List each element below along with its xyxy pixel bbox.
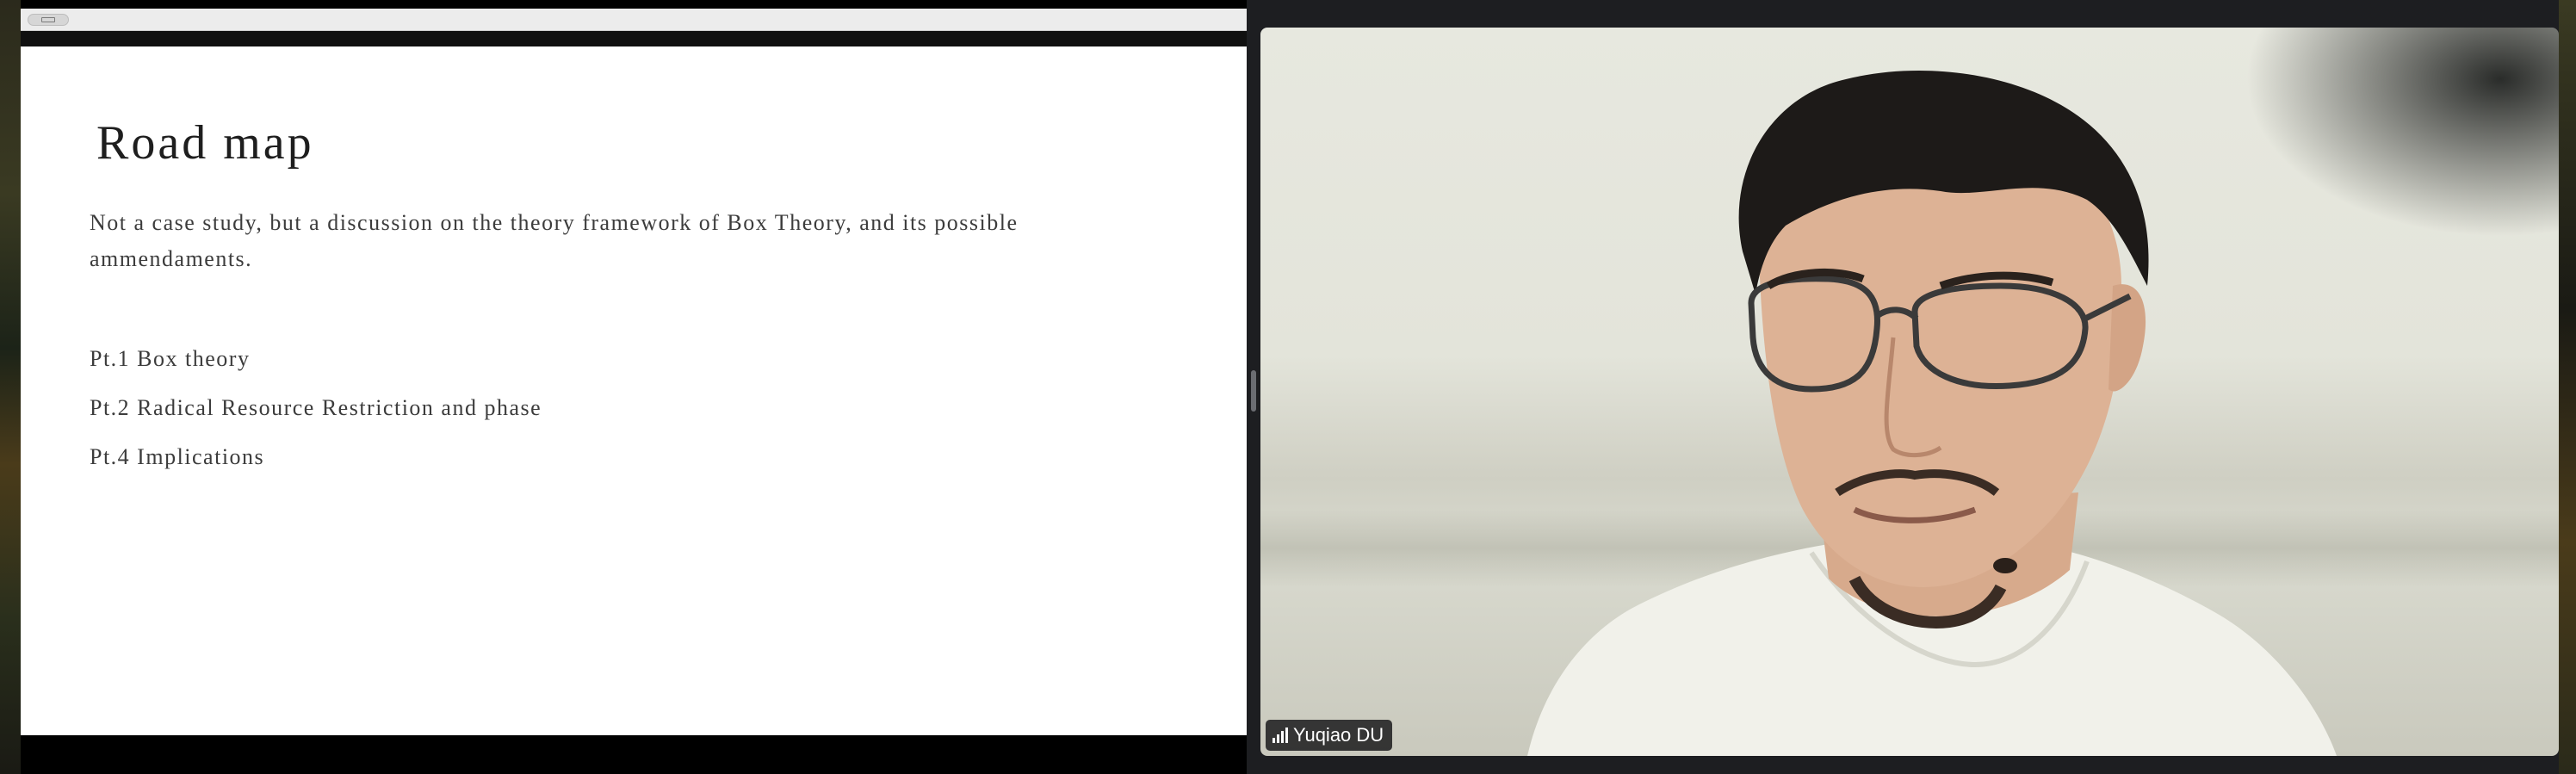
desktop-wallpaper-edge: [0, 0, 21, 774]
share-bottom-bar: [21, 735, 1247, 774]
slide-title: Road map: [96, 116, 314, 170]
shared-screen: Road map Not a case study, but a discuss…: [21, 0, 1247, 774]
participant-image: [1527, 71, 2337, 756]
roadmap-item: Pt.2 Radical Resource Restriction and ph…: [90, 395, 542, 420]
meeting-window: Road map Not a case study, but a discuss…: [0, 0, 2576, 774]
roadmap-list: Pt.1 Box theory Pt.2 Radical Resource Re…: [90, 337, 542, 485]
roadmap-item: Pt.4 Implications: [90, 444, 265, 469]
video-panel: Yuqiao DU: [1260, 0, 2576, 774]
participant-name: Yuqiao DU: [1293, 724, 1384, 746]
panel-divider[interactable]: [1247, 0, 1260, 774]
participant-name-tag: Yuqiao DU: [1266, 720, 1393, 751]
roadmap-item: Pt.1 Box theory: [90, 346, 251, 371]
desktop-wallpaper-edge-right: [2559, 0, 2576, 774]
window-icon: [41, 17, 55, 22]
presentation-slide: Road map Not a case study, but a discuss…: [21, 46, 1247, 735]
share-toolbar: [21, 9, 1247, 31]
slide-intro-text: Not a case study, but a discussion on th…: [90, 210, 1019, 271]
share-top-strip: [21, 31, 1247, 46]
resize-handle[interactable]: [1251, 370, 1256, 412]
share-view-options-button[interactable]: [28, 14, 69, 26]
participant-video[interactable]: Yuqiao DU: [1260, 28, 2559, 756]
signal-bars-icon: [1273, 728, 1288, 743]
